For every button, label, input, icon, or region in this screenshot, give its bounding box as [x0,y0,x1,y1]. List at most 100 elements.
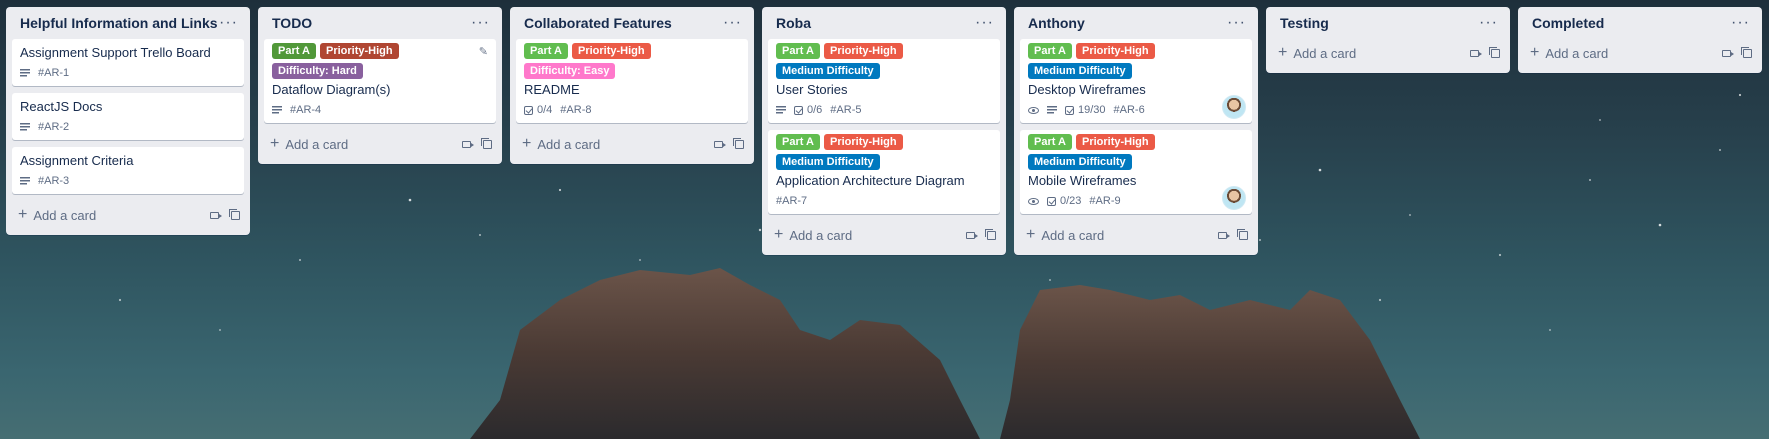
add-card-button[interactable]: + Add a card [270,136,348,152]
list-title[interactable]: Helpful Information and Links [20,15,218,31]
card[interactable]: ReactJS Docs #AR-2 [12,93,244,140]
add-card-button[interactable]: + Add a card [1026,227,1105,243]
video-icon[interactable] [966,231,978,239]
watch-eye-icon [1028,106,1039,114]
card-id: #AR-3 [38,175,70,187]
add-card-label: Add a card [1545,45,1609,61]
label-part-a[interactable]: Part A [1028,43,1072,59]
list-roba: Roba ··· Part A Priority-High Medium Dif… [762,7,1006,255]
list-collaborated-features: Collaborated Features ··· Part A Priorit… [510,7,754,164]
card[interactable]: Part A Priority-High Medium Difficulty M… [1020,130,1252,214]
list-title[interactable]: TODO [272,15,312,31]
list-title[interactable]: Roba [776,15,811,31]
description-icon [776,106,786,114]
label-part-a[interactable]: Part A [524,43,568,59]
add-card-label: Add a card [1041,227,1105,243]
card[interactable]: Assignment Criteria #AR-3 [12,147,244,194]
video-icon[interactable] [1722,49,1734,57]
add-card-button[interactable]: + Add a card [774,226,852,243]
list-footer: + Add a card [1272,39,1504,67]
list-title[interactable]: Collaborated Features [524,15,672,31]
list-menu-icon[interactable]: ··· [1731,15,1750,31]
list-testing: Testing ··· + Add a card [1266,7,1510,73]
card[interactable]: Part A Priority-High Medium Difficulty U… [768,39,1000,123]
member-avatar[interactable] [1222,95,1246,119]
card-id: #AR-2 [38,121,70,133]
label-part-a[interactable]: Part A [1028,134,1072,150]
list-menu-icon[interactable]: ··· [219,15,238,31]
list-footer: + Add a card [516,130,748,158]
card[interactable]: ✎ Part A Priority-High Difficulty: Hard … [264,39,496,123]
label-priority-high[interactable]: Priority-High [1076,134,1155,150]
edit-pencil-icon[interactable]: ✎ [479,45,488,58]
checklist-icon [524,105,533,115]
label-priority-high[interactable]: Priority-High [320,43,399,59]
template-icon[interactable] [229,208,240,220]
label-priority-high[interactable]: Priority-High [824,43,903,59]
list-menu-icon[interactable]: ··· [1227,15,1246,31]
checklist-icon [1065,105,1074,115]
label-priority-high[interactable]: Priority-High [1076,43,1155,59]
add-card-button[interactable]: + Add a card [18,207,96,223]
checklist-icon [1047,196,1056,206]
plus-icon: + [1530,44,1540,61]
list-anthony: Anthony ··· Part A Priority-High Medium … [1014,7,1258,255]
card-id: #AR-1 [38,67,70,79]
label-medium-difficulty[interactable]: Medium Difficulty [1028,154,1132,170]
list-header: Testing ··· [1272,7,1504,39]
card[interactable]: Assignment Support Trello Board #AR-1 [12,39,244,86]
label-difficulty-hard[interactable]: Difficulty: Hard [272,63,363,79]
video-icon[interactable] [1470,49,1482,57]
template-icon[interactable] [1237,228,1248,240]
list-footer: + Add a card [1020,221,1252,249]
video-icon[interactable] [210,211,222,219]
description-icon [20,69,30,77]
card-title: Mobile Wireframes [1028,173,1137,188]
card-title: User Stories [776,82,848,97]
label-medium-difficulty[interactable]: Medium Difficulty [776,154,880,170]
template-icon[interactable] [1489,46,1500,58]
plus-icon: + [774,226,784,243]
label-priority-high[interactable]: Priority-High [572,43,651,59]
template-icon[interactable] [985,228,996,240]
card-id: #AR-8 [560,104,592,116]
watch-eye-icon [1028,197,1039,205]
list-title[interactable]: Anthony [1028,15,1085,31]
label-priority-high[interactable]: Priority-High [824,134,903,150]
card[interactable]: Part A Priority-High Difficulty: Easy RE… [516,39,748,123]
description-icon [20,123,30,131]
template-icon[interactable] [1741,46,1752,58]
list-menu-icon[interactable]: ··· [1479,15,1498,31]
label-difficulty-easy[interactable]: Difficulty: Easy [524,63,616,79]
label-part-a[interactable]: Part A [776,134,820,150]
add-card-button[interactable]: + Add a card [522,136,600,152]
checklist-count: 0/6 [807,104,823,116]
card-id: #AR-5 [830,104,862,116]
list-menu-icon[interactable]: ··· [975,15,994,31]
label-part-a[interactable]: Part A [776,43,820,59]
add-card-button[interactable]: + Add a card [1278,45,1356,61]
list-title[interactable]: Completed [1532,15,1604,31]
card-id: #AR-6 [1113,104,1145,116]
template-icon[interactable] [481,137,492,149]
list-footer: + Add a card [12,201,244,229]
label-part-a[interactable]: Part A [272,43,316,59]
video-icon[interactable] [1218,231,1230,239]
template-icon[interactable] [733,137,744,149]
label-medium-difficulty[interactable]: Medium Difficulty [776,63,880,79]
video-icon[interactable] [462,140,474,148]
list-menu-icon[interactable]: ··· [471,15,490,31]
card[interactable]: Part A Priority-High Medium Difficulty D… [1020,39,1252,123]
list-menu-icon[interactable]: ··· [723,15,742,31]
description-icon [1047,106,1057,114]
checklist-icon [794,105,803,115]
member-avatar[interactable] [1222,186,1246,210]
label-medium-difficulty[interactable]: Medium Difficulty [1028,63,1132,79]
add-card-button[interactable]: + Add a card [1530,44,1609,61]
card[interactable]: Part A Priority-High Medium Difficulty A… [768,130,1000,214]
list-title[interactable]: Testing [1280,15,1329,31]
video-icon[interactable] [714,140,726,148]
card-title: Application Architecture Diagram [776,173,965,188]
list-header: Collaborated Features ··· [516,7,748,39]
list-header: Helpful Information and Links ··· [12,7,244,39]
